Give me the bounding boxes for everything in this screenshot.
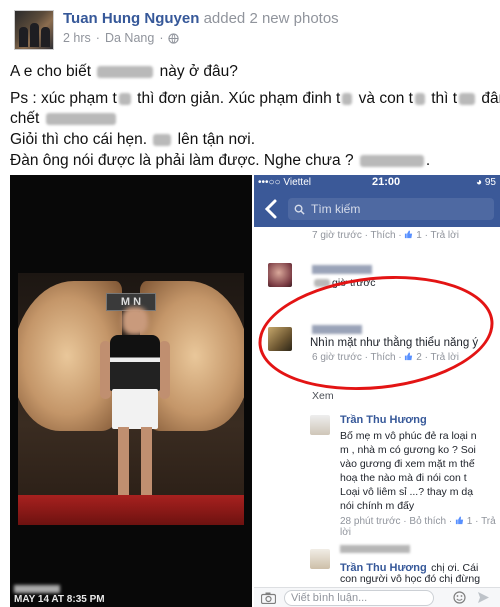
comment-5-line2: con người vô học đó chị đừng — [340, 573, 481, 585]
carrier-label: •••○○ Viettel — [258, 177, 311, 188]
person-leg — [118, 427, 129, 497]
commenter-avatar[interactable] — [268, 327, 292, 351]
redacted-name — [312, 325, 362, 334]
reply-link[interactable]: Trả lời — [431, 352, 459, 363]
reply-link[interactable]: Trả lời — [431, 230, 459, 241]
blurred-face — [122, 307, 148, 335]
post-body: A e cho biết này ở đâu? Ps : xúc phạm t … — [10, 62, 500, 178]
comment-input[interactable]: Viết bình luận... — [284, 590, 434, 606]
post-meta: 2 hrs · Da Nang · — [63, 31, 180, 45]
photo-scene: M N — [18, 273, 244, 525]
redacted-text — [314, 279, 330, 288]
like-thumb-icon — [405, 352, 413, 361]
like-thumb-icon — [405, 230, 413, 239]
redacted-name — [312, 265, 372, 274]
commenter-avatar[interactable] — [310, 415, 330, 435]
photo-timestamp: MAY 14 AT 8:35 PM — [14, 594, 105, 605]
person-shirt — [110, 335, 160, 391]
redacted-text — [45, 112, 116, 125]
comment-4-body: Bố mẹ m vô phúc đẻ ra loại n m , nhà m c… — [340, 430, 477, 512]
redacted-text — [414, 92, 425, 105]
unlike-link[interactable]: Bỏ thích — [409, 516, 446, 527]
comment-1-text: giờ trước — [312, 276, 376, 290]
comment-4-meta: 28 phút trước · Bỏ thích · 1 · Trả lời — [340, 516, 496, 538]
redacted-text — [153, 133, 172, 146]
meta-separator: · — [95, 31, 100, 45]
photo-2[interactable]: •••○○ Viettel 21:00 ◕ 95 Tìm kiếm 7 giờ … — [254, 175, 500, 607]
author-line: Tuan Hung Nguyen added 2 new photos — [63, 10, 339, 27]
back-chevron-icon[interactable] — [263, 198, 281, 220]
commenter-avatar[interactable] — [268, 263, 292, 287]
search-icon — [294, 204, 305, 215]
comment-2-meta: 6 giờ trước · Thích · 2 · Trả lời — [312, 352, 459, 363]
like-thumb-icon — [455, 516, 464, 525]
post-line-3: chết — [10, 109, 490, 129]
comment-2-text: Nhìn mặt như thằng thiểu năng ý — [310, 337, 479, 349]
redacted-text — [97, 65, 154, 78]
author-name-link[interactable]: Tuan Hung Nguyen — [63, 10, 199, 27]
post-line-1: A e cho biết này ở đâu? — [10, 63, 238, 80]
person-leg — [141, 427, 152, 497]
post-line-2: Ps : xúc phạm t thì đơn giản. Xúc phạm đ… — [10, 90, 500, 107]
globe-icon[interactable] — [168, 32, 180, 44]
phone-status-bar: •••○○ Viettel 21:00 ◕ 95 — [254, 175, 500, 191]
redacted-text — [118, 92, 131, 105]
photo-1[interactable]: M N MAY 14 AT 8:35 PM — [10, 175, 252, 607]
post-time-link[interactable]: 2 hrs — [63, 31, 91, 45]
comment-meta-top: 7 giờ trước · Thích · 1 · Trả lời — [312, 230, 459, 241]
post-line-5: Đàn ông nói được là phải làm được. Nghe … — [10, 152, 431, 169]
comments-list: 7 giờ trước · Thích · 1 · Trả lời giờ tr… — [254, 227, 500, 587]
post-line-4: Giỏi thì cho cái hẹn. lên tận nơi. — [10, 131, 256, 148]
redacted-text — [359, 154, 424, 167]
person-arm — [159, 341, 170, 399]
fb-search-bar: Tìm kiếm — [254, 191, 500, 227]
author-avatar[interactable] — [14, 10, 54, 50]
redacted-text — [459, 92, 476, 105]
view-more-replies[interactable]: Xem — [312, 389, 334, 403]
send-icon[interactable] — [477, 591, 490, 604]
like-link[interactable]: Thích — [371, 230, 396, 241]
post-header: Tuan Hung Nguyen added 2 new photos 2 hr… — [0, 0, 500, 55]
meta-separator: · — [159, 31, 164, 45]
clock-label: 21:00 — [372, 176, 401, 188]
person-shorts — [112, 389, 158, 429]
redacted-text — [14, 585, 60, 593]
camera-icon[interactable] — [261, 592, 276, 604]
search-placeholder: Tìm kiếm — [311, 202, 361, 216]
commenter-avatar[interactable] — [310, 549, 330, 569]
comment-composer: Viết bình luận... — [254, 587, 500, 607]
like-link[interactable]: Thích — [371, 352, 396, 363]
red-carpet — [18, 495, 244, 525]
search-input[interactable]: Tìm kiếm — [288, 198, 494, 220]
post-location-link[interactable]: Da Nang — [105, 31, 154, 45]
sticker-icon[interactable] — [453, 591, 466, 604]
redacted-text — [340, 545, 410, 553]
redacted-text — [342, 92, 353, 105]
commenter-name-link[interactable]: Trần Thu Hương — [340, 414, 427, 426]
battery-label: ◕ 95 — [476, 177, 496, 188]
post-action-text: added 2 new photos — [203, 10, 339, 27]
